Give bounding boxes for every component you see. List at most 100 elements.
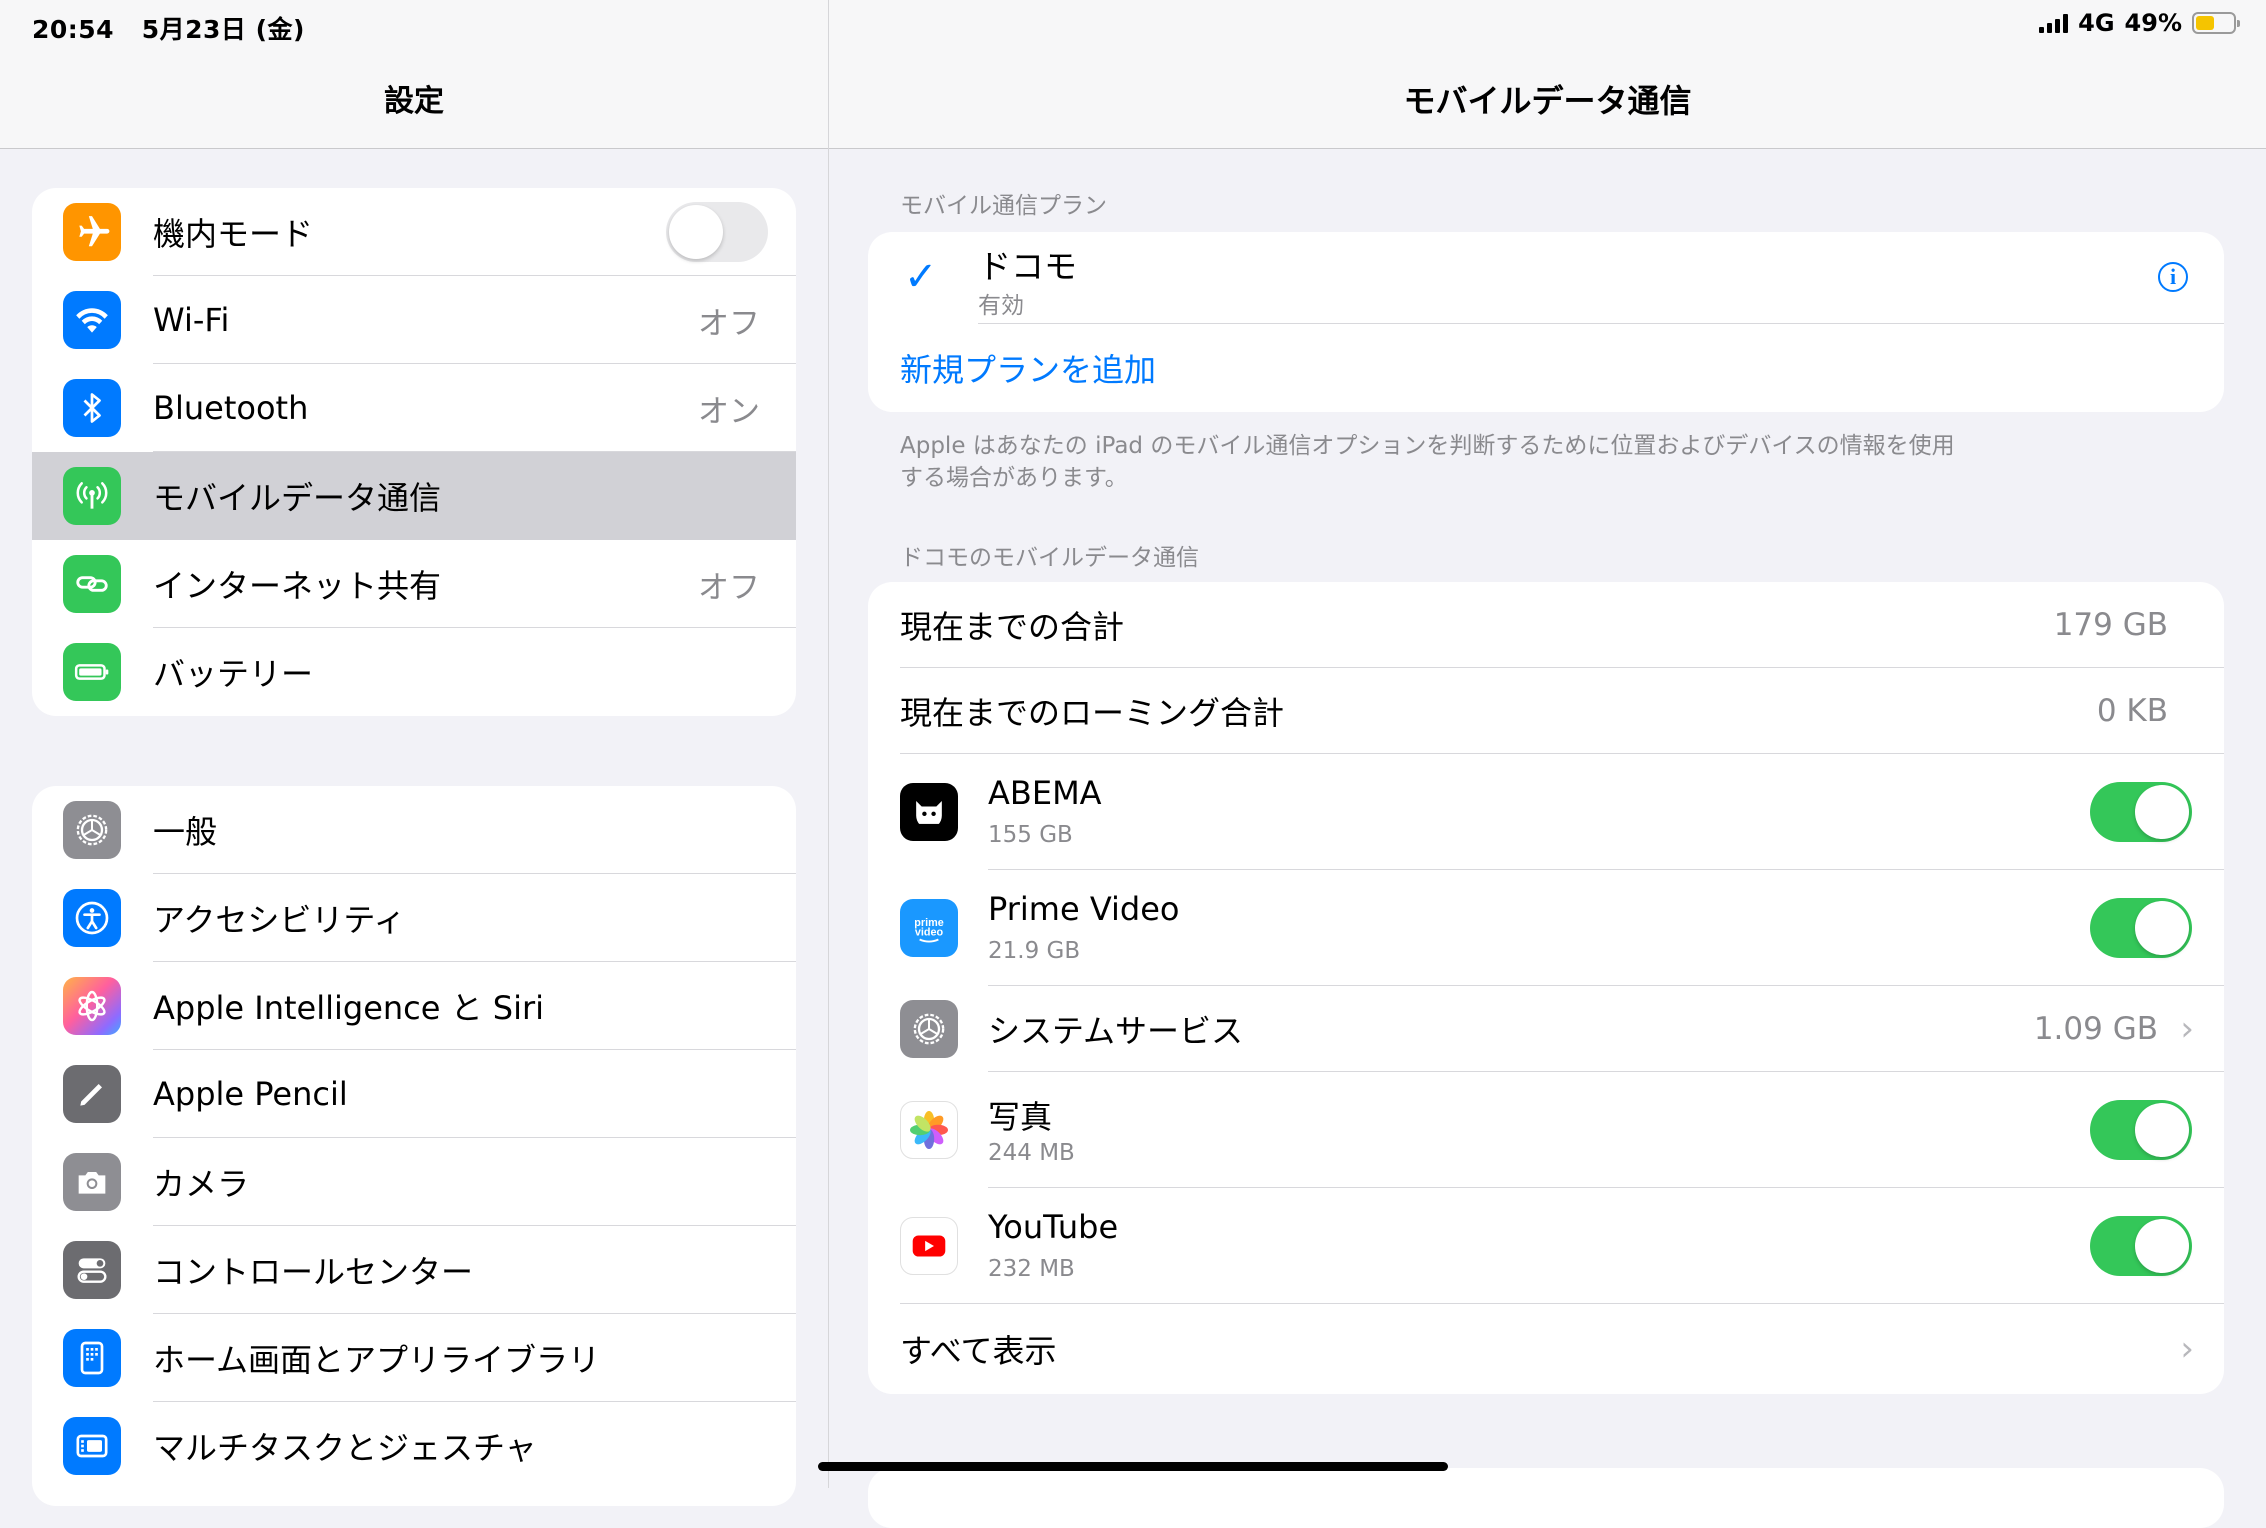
sidebar-item-home-screen[interactable]: ホーム画面とアプリライブラリ — [32, 1314, 796, 1402]
antenna-icon — [63, 467, 121, 525]
sidebar-title: 設定 — [384, 84, 444, 119]
sidebar-item-airplane-mode[interactable]: 機内モード — [32, 188, 796, 276]
sidebar-item-label: バッテリー — [153, 655, 314, 693]
sidebar-item-label: マルチタスクとジェスチャ — [153, 1429, 537, 1467]
connectivity-group: 機内モード Wi-Fi オフ Bluetooth オン モバイルデータ通信 イン… — [32, 188, 796, 716]
sidebar-item-label: ホーム画面とアプリライブラリ — [153, 1341, 601, 1379]
svg-text:video: video — [915, 926, 944, 938]
sidebar-item-multitasking[interactable]: マルチタスクとジェスチャ — [32, 1402, 796, 1490]
show-all-label: すべて表示 — [900, 1332, 1057, 1370]
app-row-youtube: YouTube 232 MB — [868, 1188, 2224, 1304]
sidebar-item-bluetooth[interactable]: Bluetooth オン — [32, 364, 796, 452]
app-row-system-services[interactable]: システムサービス 1.09 GB › — [868, 986, 2224, 1072]
sidebar-item-camera[interactable]: カメラ — [32, 1138, 796, 1226]
sidebar-item-accessibility[interactable]: アクセシビリティ — [32, 874, 796, 962]
sidebar-item-label: コントロールセンター — [153, 1253, 474, 1291]
sidebar-item-general[interactable]: 一般 — [32, 786, 796, 874]
battery-icon — [63, 643, 121, 701]
sidebar-item-label: インターネット共有 — [153, 567, 442, 605]
sidebar-item-apple-pencil[interactable]: Apple Pencil — [32, 1050, 796, 1138]
general-group: 一般 アクセシビリティ Apple Intelligence と Siri Ap… — [32, 786, 796, 1506]
sidebar-item-mobile-data[interactable]: モバイルデータ通信 — [32, 452, 796, 540]
sidebar-item-label: 一般 — [153, 813, 218, 851]
airplane-mode-toggle[interactable] — [666, 202, 768, 262]
checkmark-icon: ✓ — [904, 254, 938, 300]
prime-video-icon: prime video — [900, 899, 958, 957]
sidebar-item-siri[interactable]: Apple Intelligence と Siri — [32, 962, 796, 1050]
next-section-card — [868, 1468, 2224, 1528]
battery-indicator-icon — [2192, 12, 2240, 34]
app-name: Prime Video — [988, 890, 1180, 928]
multitask-icon — [63, 1417, 121, 1475]
app-usage: 21.9 GB — [988, 938, 1081, 964]
status-date: 5月23日 (金) — [141, 15, 305, 44]
add-plan-row[interactable]: 新規プランを追加 — [868, 324, 2224, 412]
privacy-footnote: Apple はあなたの iPad のモバイル通信オプションを判断するために位置お… — [900, 430, 1955, 494]
sidebar-item-label: アクセシビリティ — [153, 901, 406, 939]
app-usage: 155 GB — [988, 822, 1073, 848]
app-name: ABEMA — [988, 774, 1102, 812]
plan-section-header: モバイル通信プラン — [900, 193, 1107, 219]
footnote-line-2: する場合があります。 — [900, 465, 1128, 491]
battery-percent: 49% — [2124, 9, 2182, 37]
camera-icon — [63, 1153, 121, 1211]
usage-section-header: ドコモのモバイルデータ通信 — [900, 545, 1199, 571]
chevron-right-icon: › — [2180, 1009, 2194, 1049]
show-all-row[interactable]: すべて表示 › — [868, 1304, 2224, 1394]
hotspot-status: オフ — [698, 569, 760, 606]
roaming-usage-row: 現在までのローミング合計 0 KB — [868, 668, 2224, 754]
total-usage-label: 現在までの合計 — [900, 608, 1125, 646]
network-type: 4G — [2078, 9, 2115, 37]
chevron-right-icon: › — [2180, 1329, 2194, 1369]
add-plan-link[interactable]: 新規プランを追加 — [900, 345, 1156, 391]
siri-icon — [63, 977, 121, 1035]
roaming-usage-label: 現在までのローミング合計 — [900, 694, 1285, 732]
abema-icon — [900, 783, 958, 841]
sidebar-item-label: カメラ — [153, 1165, 250, 1203]
app-row-abema: ABEMA 155 GB — [868, 754, 2224, 870]
plan-card: ✓ ドコモ 有効 i 新規プランを追加 — [868, 232, 2224, 412]
bluetooth-status: オン — [698, 393, 760, 430]
home-indicator — [818, 1462, 1448, 1471]
plan-row-docomo[interactable]: ✓ ドコモ 有効 i — [868, 232, 2224, 324]
app-name: YouTube — [988, 1208, 1119, 1246]
sidebar-item-hotspot[interactable]: インターネット共有 オフ — [32, 540, 796, 628]
prime-video-data-toggle[interactable] — [2090, 898, 2192, 958]
home-screen-icon — [63, 1329, 121, 1387]
info-icon[interactable]: i — [2158, 262, 2188, 292]
airplane-icon — [63, 203, 121, 261]
status-indicators: 4G 49% — [2039, 9, 2240, 37]
gear-icon — [900, 1000, 958, 1058]
sidebar-item-wifi[interactable]: Wi-Fi オフ — [32, 276, 796, 364]
sidebar-item-label: Wi-Fi — [153, 301, 230, 339]
wifi-icon — [63, 291, 121, 349]
sidebar-item-label: 機内モード — [153, 215, 314, 253]
app-name: 写真 — [988, 1098, 1053, 1136]
signal-icon — [2039, 13, 2069, 33]
sidebar-item-label: Bluetooth — [153, 389, 309, 427]
pencil-icon — [63, 1065, 121, 1123]
accessibility-icon — [63, 889, 121, 947]
plan-status: 有効 — [978, 293, 1024, 319]
gear-icon — [63, 801, 121, 859]
link-icon — [63, 555, 121, 613]
youtube-data-toggle[interactable] — [2090, 1216, 2192, 1276]
switches-icon — [63, 1241, 121, 1299]
total-usage-row: 現在までの合計 179 GB — [868, 582, 2224, 668]
bluetooth-icon — [63, 379, 121, 437]
wifi-status: オフ — [698, 305, 760, 342]
app-usage: 244 MB — [988, 1140, 1075, 1166]
abema-data-toggle[interactable] — [2090, 782, 2192, 842]
sidebar-item-battery[interactable]: バッテリー — [32, 628, 796, 716]
sidebar-item-label: モバイルデータ通信 — [153, 479, 442, 517]
status-clock: 20:54 — [32, 15, 115, 44]
app-usage: 232 MB — [988, 1256, 1075, 1282]
footnote-line-1: Apple はあなたの iPad のモバイル通信オプションを判断するために位置お… — [900, 433, 1955, 459]
sidebar-item-control-center[interactable]: コントロールセンター — [32, 1226, 796, 1314]
photos-data-toggle[interactable] — [2090, 1100, 2192, 1160]
app-row-photos: 写真 244 MB — [868, 1072, 2224, 1188]
total-usage-value: 179 GB — [2053, 607, 2168, 643]
status-time: 20:54 5月23日 (金) — [32, 10, 305, 46]
roaming-usage-value: 0 KB — [2096, 693, 2168, 729]
sidebar-item-label: Apple Pencil — [153, 1075, 348, 1113]
